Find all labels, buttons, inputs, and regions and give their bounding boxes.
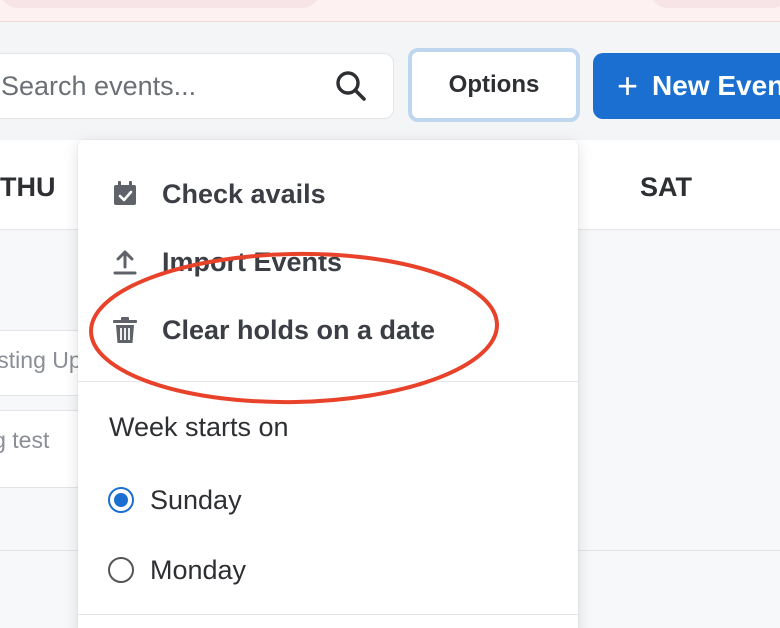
calendar-check-icon — [114, 181, 136, 205]
menu-item-label: Clear holds on a date — [162, 314, 436, 345]
radio-label-sunday: Sunday — [150, 484, 242, 515]
menu-item-label: Check avails — [162, 178, 326, 209]
top-banner — [0, 0, 780, 22]
menu-divider — [78, 614, 578, 615]
day-header-sat: SAT — [640, 172, 692, 202]
search-box — [0, 53, 394, 119]
radio-button-selected[interactable] — [108, 487, 134, 513]
day-header-thu: THU — [0, 172, 56, 202]
event-chip-label: Tasting test — [0, 427, 50, 453]
menu-item-label: Import Events — [162, 246, 343, 277]
radio-button-unselected[interactable] — [108, 557, 134, 583]
radio-week-start-monday[interactable]: Monday — [108, 550, 246, 590]
menu-item-check-avails[interactable]: Check avails — [78, 162, 578, 226]
options-dropdown-menu: Check avails Import Events Clear holds o… — [78, 140, 578, 628]
event-chip-label: Tasting Upgrade — [0, 347, 82, 373]
search-input[interactable] — [1, 54, 321, 118]
week-starts-title: Week starts on — [109, 412, 289, 442]
plus-icon: + — [617, 65, 639, 106]
new-event-button[interactable]: + New Event — [593, 53, 780, 119]
menu-divider — [78, 381, 578, 382]
menu-item-import-events[interactable]: Import Events — [78, 230, 578, 294]
menu-item-clear-holds[interactable]: Clear holds on a date — [78, 298, 578, 362]
banner-pill-left — [0, 0, 320, 8]
event-chip[interactable]: Tasting test — [0, 410, 82, 488]
upload-icon — [113, 250, 137, 275]
new-event-label: New Event — [652, 70, 780, 101]
trash-icon — [113, 317, 137, 343]
radio-label-monday: Monday — [150, 554, 247, 585]
banner-pill-right — [650, 0, 780, 8]
search-icon[interactable] — [333, 68, 369, 104]
options-button-label: Options — [448, 71, 540, 98]
event-chip[interactable]: Tasting Upgrade — [0, 330, 82, 396]
options-button[interactable]: Options — [408, 48, 580, 122]
radio-week-start-sunday[interactable]: Sunday — [108, 480, 242, 520]
